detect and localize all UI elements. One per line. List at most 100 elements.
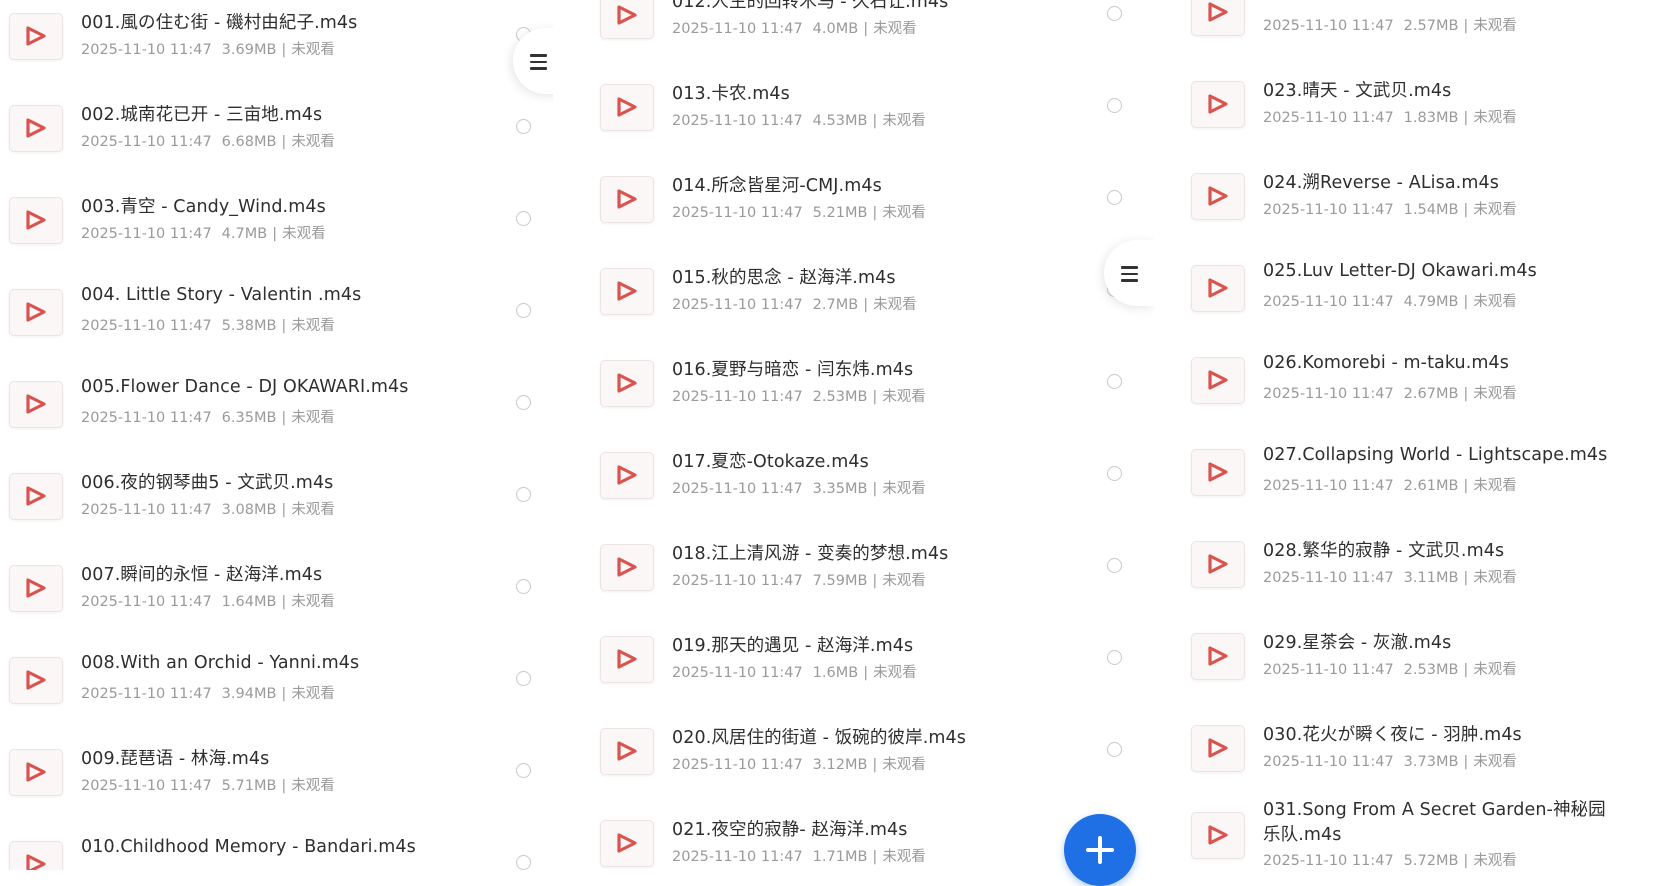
file-item[interactable]: 009.琵琶语 - 林海.m4s 2025-11-10 11:47 5.71MB |… [0, 735, 553, 807]
select-radio[interactable] [1107, 650, 1122, 665]
select-radio[interactable] [516, 671, 531, 686]
file-meta: 2025-11-10 11:47 6.35MB | 未观看 [81, 410, 335, 426]
file-name: 018.江上清风游 - 变奏的梦想.m4s [672, 544, 949, 564]
select-radio[interactable] [516, 855, 531, 870]
file-item[interactable]: 003.青空 - Candy_Wind.m4s 2025-11-10 11:47… [0, 183, 553, 255]
file-name: 023.晴天 - 文武贝.m4s [1263, 81, 1452, 101]
play-file-icon [600, 452, 654, 499]
play-file-icon [1191, 633, 1245, 680]
play-file-icon [600, 268, 654, 315]
play-file-icon [1191, 812, 1245, 859]
play-file-icon [1191, 541, 1245, 588]
select-radio[interactable] [516, 395, 531, 410]
file-item[interactable]: 005.Flower Dance - DJ OKAWARI.m4s 2025-1… [0, 367, 553, 439]
file-item[interactable]: 013.卡农.m4s 2025-11-10 11:47 4.53MB | 未观看 [591, 70, 1154, 142]
file-item[interactable]: 017.夏恋-Otokaze.m4s 2025-11-10 11:47 3.35M… [591, 438, 1154, 510]
file-item[interactable]: 031.Song From A Secret Garden-神秘园乐队.m4s … [1182, 798, 1679, 870]
play-file-icon [1191, 173, 1245, 220]
file-list-column-1: 001.風の住む街 - 磯村由紀子.m4s 2025-11-10 11:47 3.… [0, 0, 553, 870]
file-meta: 2025-11-10 11:47 2.67MB | 未观看 [1263, 386, 1517, 402]
file-item[interactable]: 002.城南花已开 - 三亩地.m4s 2025-11-10 11:47 6.68… [0, 91, 553, 163]
file-item[interactable]: 010.Childhood Memory - Bandari.m4s [0, 827, 553, 870]
file-meta: 2025-11-10 11:47 4.79MB | 未观看 [1263, 294, 1517, 310]
play-file-icon [9, 657, 63, 704]
file-meta: 2025-11-10 11:47 2.61MB | 未观看 [1263, 478, 1517, 494]
play-file-icon [9, 565, 63, 612]
file-meta: 2025-11-10 11:47 5.38MB | 未观看 [81, 318, 335, 334]
file-item[interactable]: 023.晴天 - 文武贝.m4s 2025-11-10 11:47 1.83MB |… [1182, 67, 1679, 139]
select-radio[interactable] [516, 119, 531, 134]
file-meta: 2025-11-10 11:47 2.57MB | 未观看 [1263, 18, 1517, 34]
file-meta: 2025-11-10 11:47 4.53MB | 未观看 [672, 113, 926, 129]
select-radio[interactable] [1107, 742, 1122, 757]
file-meta: 2025-11-10 11:47 3.35MB | 未观看 [672, 481, 926, 497]
file-item[interactable]: 019.那天的遇见 - 赵海洋.m4s 2025-11-10 11:47 1.6M… [591, 622, 1154, 694]
play-file-icon [600, 360, 654, 407]
file-meta: 2025-11-10 11:47 3.73MB | 未观看 [1263, 754, 1517, 770]
file-item[interactable]: 027.Collapsing World - Lightscape.m4s 20… [1182, 435, 1679, 507]
file-name: 028.繁华的寂静 - 文武贝.m4s [1263, 541, 1505, 561]
file-item[interactable]: 028.繁华的寂静 - 文武贝.m4s 2025-11-10 11:47 3.11… [1182, 527, 1679, 599]
file-name: 008.With an Orchid - Yanni.m4s [81, 653, 360, 673]
file-item[interactable]: 026.Komorebi - m-taku.m4s 2025-11-10 11:… [1182, 343, 1679, 415]
play-file-icon [9, 105, 63, 152]
file-meta: 2025-11-10 11:47 3.94MB | 未观看 [81, 686, 335, 702]
file-list-column-3: 2025-11-10 11:47 2.57MB | 未观看 023.晴天 - 文武贝.… [1182, 0, 1679, 870]
select-radio[interactable] [516, 579, 531, 594]
file-meta: 2025-11-10 11:47 6.68MB | 未观看 [81, 134, 335, 150]
file-item[interactable]: 029.星茶会 - 灰澈.m4s 2025-11-10 11:47 2.53MB |… [1182, 619, 1679, 691]
play-file-icon [1191, 357, 1245, 404]
select-radio[interactable] [516, 487, 531, 502]
file-name: 001.風の住む街 - 磯村由紀子.m4s [81, 13, 358, 33]
file-meta: 2025-11-10 11:47 5.71MB | 未观看 [81, 778, 335, 794]
select-radio[interactable] [516, 763, 531, 778]
file-name: 030.花火が瞬く夜に - 羽肿.m4s [1263, 725, 1522, 745]
file-item[interactable]: 001.風の住む街 - 磯村由紀子.m4s 2025-11-10 11:47 3.… [0, 0, 553, 71]
file-name: 010.Childhood Memory - Bandari.m4s [81, 837, 416, 857]
file-name: 024.溯Reverse - ALisa.m4s [1263, 173, 1499, 193]
select-radio[interactable] [516, 211, 531, 226]
file-name: 027.Collapsing World - Lightscape.m4s [1263, 445, 1608, 465]
file-item[interactable]: 016.夏野与暗恋 - 闫东炜.m4s 2025-11-10 11:47 2.53… [591, 346, 1154, 418]
file-name: 003.青空 - Candy_Wind.m4s [81, 197, 326, 217]
file-meta: 2025-11-10 11:47 2.53MB | 未观看 [1263, 662, 1517, 678]
file-name: 014.所念皆星河-CMJ.m4s [672, 176, 882, 196]
play-file-icon [600, 636, 654, 683]
file-name: 005.Flower Dance - DJ OKAWARI.m4s [81, 377, 409, 397]
play-file-icon [1191, 81, 1245, 128]
file-meta: 2025-11-10 11:47 2.53MB | 未观看 [672, 389, 926, 405]
select-radio[interactable] [1107, 98, 1122, 113]
select-radio[interactable] [1107, 190, 1122, 205]
file-meta: 2025-11-10 11:47 7.59MB | 未观看 [672, 573, 926, 589]
file-item[interactable]: 012.人生的回转木马 - 久石让.m4s 2025-11-10 11:47 4.… [591, 0, 1154, 50]
file-meta: 2025-11-10 11:47 4.0MB | 未观看 [672, 21, 917, 37]
play-file-icon [1191, 0, 1245, 36]
file-name: 025.Luv Letter-DJ Okawari.m4s [1263, 261, 1537, 281]
file-name: 002.城南花已开 - 三亩地.m4s [81, 105, 323, 125]
file-item[interactable]: 2025-11-10 11:47 2.57MB | 未观看 [1182, 0, 1679, 47]
play-file-icon [1191, 449, 1245, 496]
file-name: 016.夏野与暗恋 - 闫东炜.m4s [672, 360, 914, 380]
file-item[interactable]: 024.溯Reverse - ALisa.m4s 2025-11-10 11:4… [1182, 159, 1679, 231]
select-radio[interactable] [1107, 374, 1122, 389]
file-item[interactable]: 008.With an Orchid - Yanni.m4s 2025-11-1… [0, 643, 553, 715]
file-meta: 2025-11-10 11:47 1.71MB | 未观看 [672, 849, 926, 865]
file-meta: 2025-11-10 11:47 3.12MB | 未观看 [672, 757, 926, 773]
file-item[interactable]: 030.花火が瞬く夜に - 羽肿.m4s 2025-11-10 11:47 3.7… [1182, 711, 1679, 783]
select-radio[interactable] [1107, 466, 1122, 481]
select-radio[interactable] [1107, 6, 1122, 21]
file-item[interactable]: 018.江上清风游 - 变奏的梦想.m4s 2025-11-10 11:47 7.… [591, 530, 1154, 602]
file-item[interactable]: 006.夜的钢琴曲5 - 文武贝.m4s 2025-11-10 11:47 3.0… [0, 459, 553, 531]
add-button[interactable] [1064, 814, 1136, 886]
select-radio[interactable] [516, 303, 531, 318]
file-item[interactable]: 015.秋的思念 - 赵海洋.m4s 2025-11-10 11:47 2.7MB… [591, 254, 1154, 326]
file-meta: 2025-11-10 11:47 3.11MB | 未观看 [1263, 570, 1517, 586]
play-file-icon [1191, 725, 1245, 772]
file-item[interactable]: 020.风居住的街道 - 饭碗的彼岸.m4s 2025-11-10 11:47 3… [591, 714, 1154, 786]
file-item[interactable]: 004. Little Story - Valentin .m4s 2025-1… [0, 275, 553, 347]
play-file-icon [1191, 265, 1245, 312]
file-item[interactable]: 014.所念皆星河-CMJ.m4s 2025-11-10 11:47 5.21MB… [591, 162, 1154, 234]
select-radio[interactable] [1107, 558, 1122, 573]
file-item[interactable]: 025.Luv Letter-DJ Okawari.m4s 2025-11-10… [1182, 251, 1679, 323]
file-item[interactable]: 007.瞬间的永恒 - 赵海洋.m4s 2025-11-10 11:47 1.64… [0, 551, 553, 623]
